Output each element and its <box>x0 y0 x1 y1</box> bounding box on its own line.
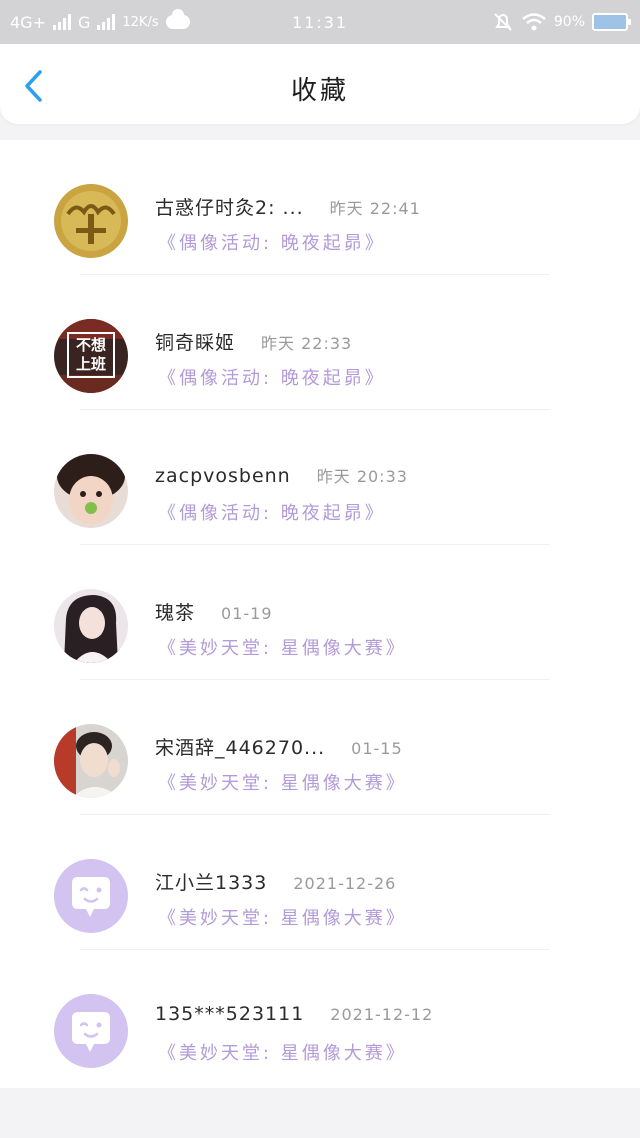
activity-link[interactable]: 《偶像活动: 晚夜起昴》 <box>158 364 386 390</box>
chat-bubble-icon <box>72 1012 110 1052</box>
battery-icon <box>592 13 631 31</box>
network-type: 4G+ <box>10 12 46 32</box>
avatar[interactable]: 不想上班 <box>54 319 128 393</box>
list-item[interactable]: 宋酒辞_446270... 01-15 《美妙天堂: 星偶像大赛》 <box>0 680 640 815</box>
avatar[interactable] <box>54 454 128 528</box>
item-header: 古惑仔时灸2: ... 昨天 22:41 <box>155 193 421 220</box>
list-item[interactable]: 江小兰1333 2021-12-26 《美妙天堂: 星偶像大赛》 <box>0 815 640 950</box>
timestamp: 2021-12-26 <box>293 874 397 893</box>
activity-link[interactable]: 《美妙天堂: 星偶像大赛》 <box>158 904 407 930</box>
user-name[interactable]: 瑰茶 <box>155 598 195 625</box>
avatar[interactable] <box>54 589 128 663</box>
user-name[interactable]: 古惑仔时灸2: ... <box>155 193 304 220</box>
signal-icon <box>52 14 71 30</box>
list-item[interactable]: 135***523111 2021-12-12 《美妙天堂: 星偶像大赛》 <box>0 950 640 1085</box>
user-name[interactable]: 135***523111 <box>155 1003 304 1025</box>
battery-percent: 90% <box>553 14 585 30</box>
avatar-text: 不想上班 <box>75 336 106 373</box>
user-name[interactable]: zacpvosbenn <box>155 465 291 487</box>
activity-link[interactable]: 《偶像活动: 晚夜起昴》 <box>158 229 386 255</box>
status-bar: 4G+ G 12K/s 11:31 90% <box>0 0 640 44</box>
cloud-icon <box>165 9 190 29</box>
wifi-icon <box>522 13 546 31</box>
list-item[interactable]: zacpvosbenn 昨天 20:33 《偶像活动: 晚夜起昴》 <box>0 410 640 545</box>
item-header: zacpvosbenn 昨天 20:33 <box>155 463 408 487</box>
item-header: 瑰茶 01-19 <box>155 598 273 625</box>
list-item[interactable]: 古惑仔时灸2: ... 昨天 22:41 《偶像活动: 晚夜起昴》 <box>0 140 640 275</box>
item-header: 宋酒辞_446270... 01-15 <box>155 733 403 760</box>
favorites-list: 古惑仔时灸2: ... 昨天 22:41 《偶像活动: 晚夜起昴》 不想上班 铜… <box>0 140 640 1088</box>
timestamp: 01-19 <box>221 604 273 623</box>
network-speed: 12K/s <box>122 14 159 30</box>
item-header: 江小兰1333 2021-12-26 <box>155 868 396 895</box>
chat-bubble-icon <box>72 877 110 917</box>
activity-link[interactable]: 《偶像活动: 晚夜起昴》 <box>158 499 386 525</box>
activity-link[interactable]: 《美妙天堂: 星偶像大赛》 <box>158 634 407 660</box>
header: 收藏 <box>0 44 640 124</box>
user-name[interactable]: 宋酒辞_446270... <box>155 733 325 760</box>
item-header: 铜奇睬姬 昨天 22:33 <box>155 328 352 355</box>
timestamp: 昨天 22:41 <box>329 199 421 218</box>
timestamp: 2021-12-12 <box>330 1005 434 1024</box>
timestamp: 01-15 <box>351 739 403 758</box>
timestamp: 昨天 20:33 <box>316 467 408 486</box>
item-header: 135***523111 2021-12-12 <box>155 1003 433 1025</box>
alarm-off-icon <box>494 13 512 31</box>
gold-coin-avatar <box>54 184 128 258</box>
signal-icon <box>97 14 116 30</box>
user-name[interactable]: 江小兰1333 <box>155 868 267 895</box>
timestamp: 昨天 22:33 <box>261 334 353 353</box>
activity-link[interactable]: 《美妙天堂: 星偶像大赛》 <box>158 1039 407 1065</box>
avatar[interactable] <box>54 184 128 258</box>
avatar[interactable] <box>54 724 128 798</box>
girl-photo-avatar <box>54 589 128 663</box>
activity-link[interactable]: 《美妙天堂: 星偶像大赛》 <box>158 769 407 795</box>
avatar[interactable] <box>54 859 128 933</box>
child-photo-avatar <box>54 454 128 528</box>
list-item[interactable]: 不想上班 铜奇睬姬 昨天 22:33 《偶像活动: 晚夜起昴》 <box>0 275 640 410</box>
user-name[interactable]: 铜奇睬姬 <box>155 328 235 355</box>
avatar[interactable] <box>54 994 128 1068</box>
boy-photo-avatar <box>54 724 128 798</box>
list-item[interactable]: 瑰茶 01-19 《美妙天堂: 星偶像大赛》 <box>0 545 640 680</box>
network-type-2: G <box>77 12 91 32</box>
status-left: 4G+ G 12K/s <box>10 9 190 32</box>
page-title: 收藏 <box>290 76 349 106</box>
status-right: 90% <box>492 11 631 33</box>
